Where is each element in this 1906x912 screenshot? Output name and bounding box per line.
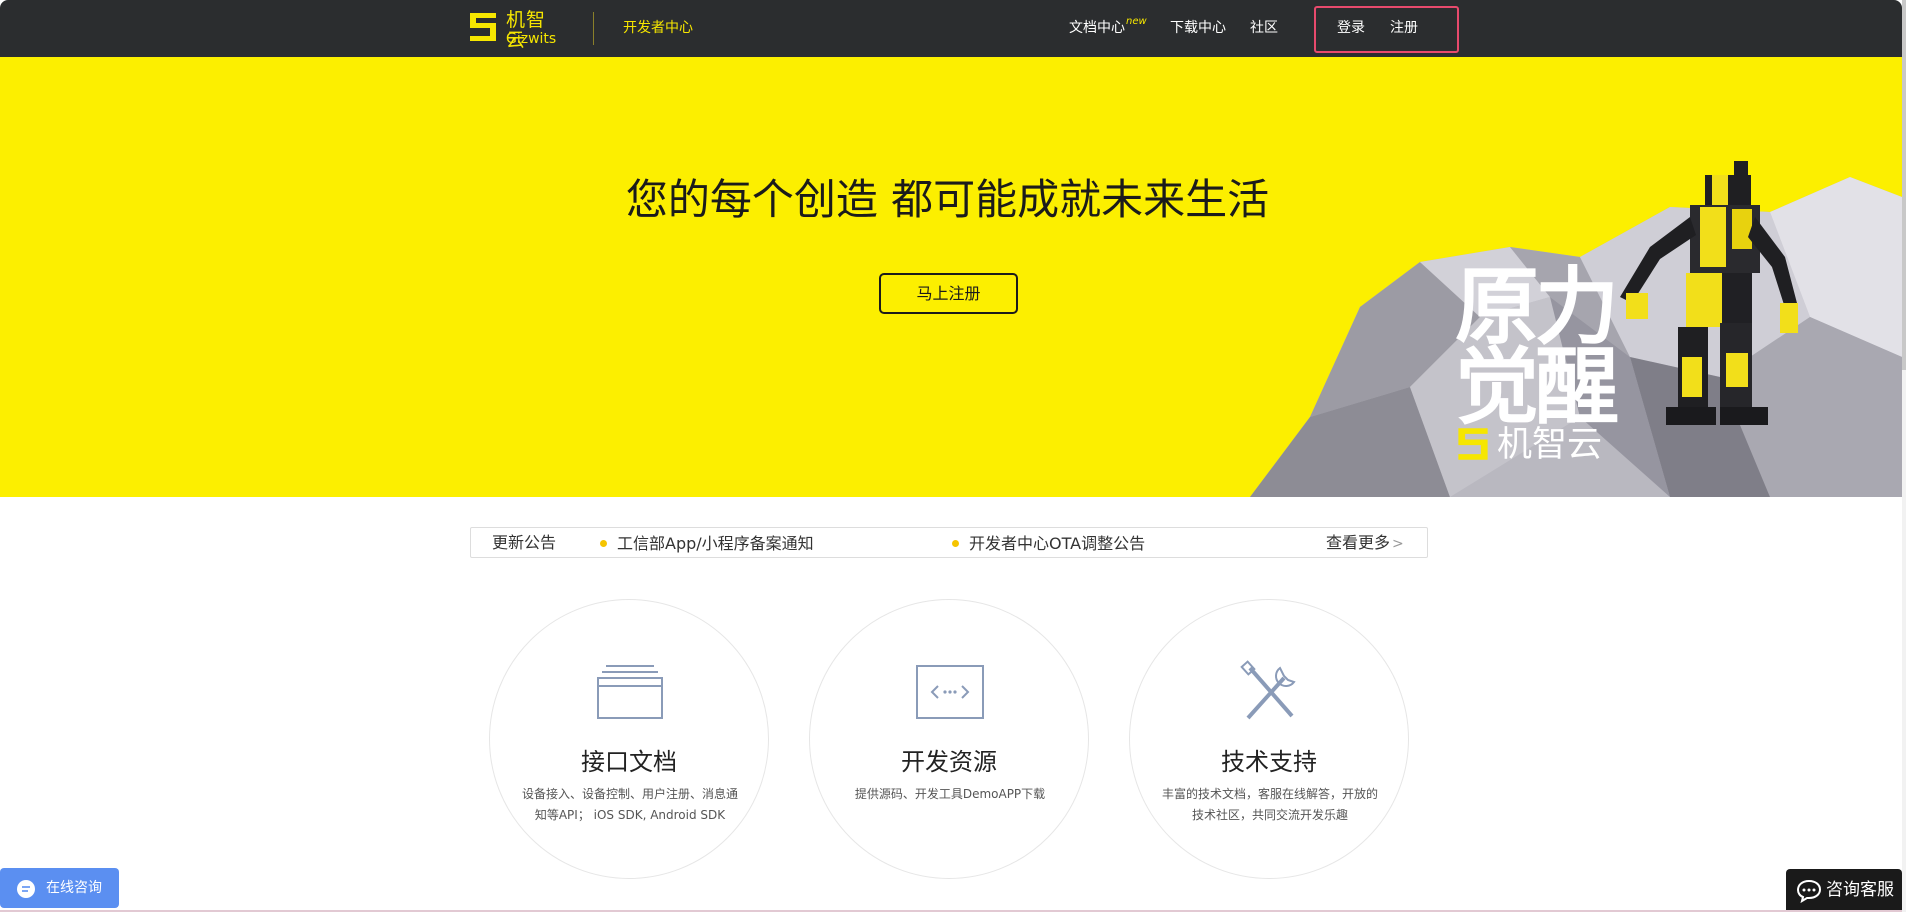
feature-description: 设备接入、设备控制、用户注册、消息通知等API； iOS SDK, Androi…: [521, 787, 738, 822]
header-divider: [593, 12, 594, 45]
feature-description: 提供源码、开发工具DemoAPP下载: [854, 787, 1046, 801]
chat-dots-icon: [1796, 879, 1822, 903]
gizwits-logo[interactable]: 机智云 Gizwits: [468, 8, 563, 50]
chat-bubble-icon: [17, 880, 35, 898]
document-stack-icon: [597, 665, 663, 719]
online-consult-label: 在线咨询: [46, 880, 102, 896]
announcement-bar: 更新公告 工信部App/小程序备案通知 开发者中心OTA调整公告 查看更多 >: [470, 527, 1428, 558]
nav-docs[interactable]: 文档中心: [1069, 19, 1125, 37]
bullet-icon: [600, 540, 607, 547]
bullet-icon: [952, 540, 959, 547]
banner-art-title-line2: 觉醒: [1455, 338, 1619, 436]
announcement-title: 更新公告: [492, 533, 557, 552]
top-nav-bar: 机智云 Gizwits 开发者中心 文档中心 new 下载中心 社区 登录 注册: [0, 0, 1902, 57]
feature-description: 丰富的技术文档，客服在线解答，开放的技术社区，共同交流开发乐趣: [1161, 787, 1378, 822]
announcement-item[interactable]: 工信部App/小程序备案通知: [617, 535, 814, 553]
feature-title: 接口文档: [581, 748, 677, 776]
customer-service-label: 咨询客服: [1826, 880, 1894, 900]
gizwits-logo-icon: [1458, 428, 1488, 460]
banner-art-brand: 机智云: [1497, 425, 1603, 465]
logo-text-en: Gizwits: [506, 31, 557, 47]
auth-highlight-box: [1314, 6, 1459, 53]
online-consult-button[interactable]: 在线咨询: [0, 868, 119, 908]
gizwits-logo-icon: [470, 13, 496, 41]
hero-banner: 您的每个创造 都可能成就未来生活 马上注册 原力 觉醒 机智云: [0, 57, 1902, 497]
scrollbar-thumb[interactable]: [1902, 0, 1906, 370]
developer-center-link[interactable]: 开发者中心: [623, 19, 693, 37]
customer-service-button[interactable]: 咨询客服: [1786, 869, 1902, 912]
chevron-right-icon: >: [1392, 536, 1404, 552]
nav-download[interactable]: 下载中心: [1170, 19, 1226, 37]
feature-card-api-docs[interactable]: 接口文档 设备接入、设备控制、用户注册、消息通知等API； iOS SDK, A…: [489, 599, 769, 879]
tools-icon: [1240, 660, 1296, 720]
nav-community[interactable]: 社区: [1250, 19, 1278, 37]
feature-title: 开发资源: [901, 748, 997, 776]
feature-card-tech-support[interactable]: 技术支持 丰富的技术文档，客服在线解答，开放的技术社区，共同交流开发乐趣: [1129, 599, 1409, 879]
feature-card-dev-resources[interactable]: 开发资源 提供源码、开发工具DemoAPP下载: [809, 599, 1089, 879]
banner-art-title-line1: 原力: [1455, 258, 1619, 356]
login-link[interactable]: 登录: [1337, 19, 1365, 37]
register-now-button[interactable]: 马上注册: [879, 273, 1018, 314]
register-link[interactable]: 注册: [1390, 19, 1418, 37]
announcement-item[interactable]: 开发者中心OTA调整公告: [969, 535, 1145, 553]
view-more-label: 查看更多: [1326, 533, 1391, 552]
feature-title: 技术支持: [1221, 748, 1317, 776]
page: 机智云 Gizwits 开发者中心 文档中心 new 下载中心 社区 登录 注册…: [0, 0, 1906, 912]
view-more-link[interactable]: 查看更多 >: [1326, 534, 1404, 553]
new-badge: new: [1126, 16, 1147, 27]
code-window-icon: [916, 665, 984, 719]
